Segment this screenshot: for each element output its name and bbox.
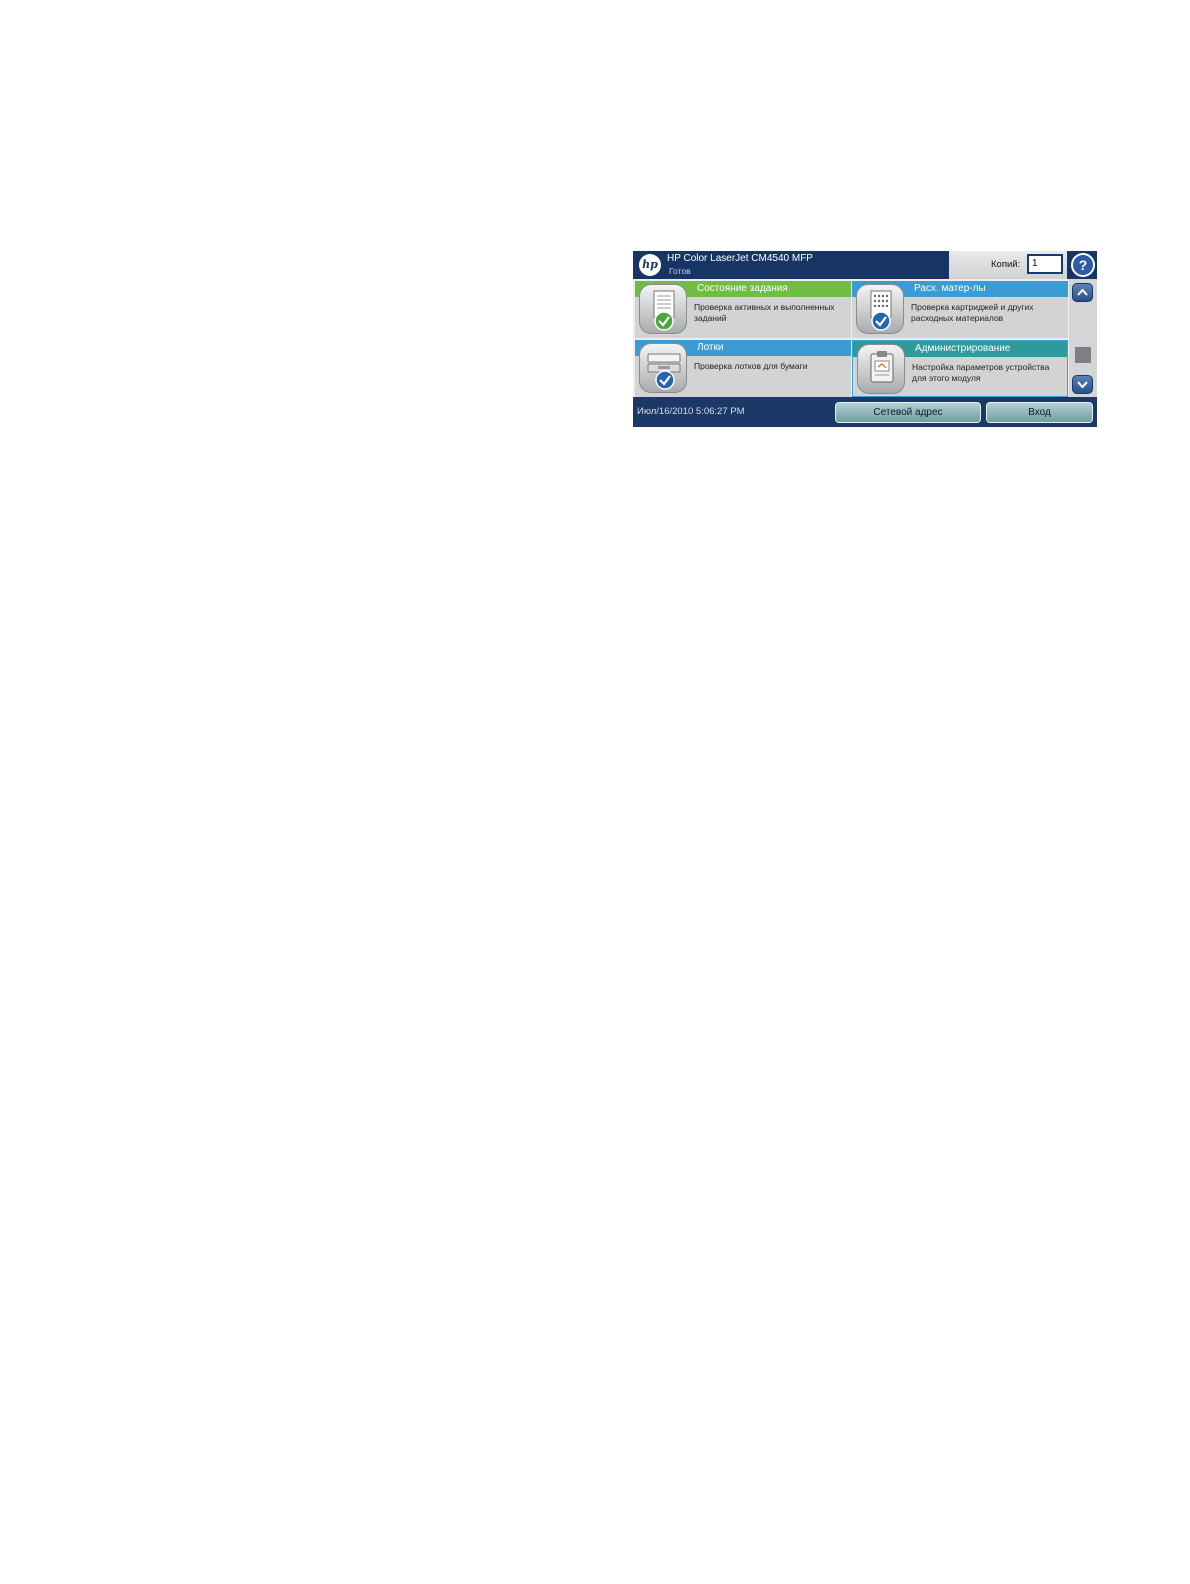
- tile-job-status[interactable]: Состояние задания Проверка активных и вы…: [635, 281, 851, 338]
- chevron-up-icon: [1077, 288, 1088, 296]
- administration-icon: [857, 344, 905, 394]
- help-icon[interactable]: ?: [1071, 253, 1095, 277]
- tile-supplies[interactable]: Расх. матер-лы Проверка картриджей и дру…: [852, 281, 1068, 338]
- trays-icon: [639, 343, 687, 393]
- tile-trays[interactable]: Лотки Проверка лотков для бумаги: [635, 340, 851, 397]
- copies-input[interactable]: 1: [1027, 254, 1063, 274]
- header-bar: hp HP Color LaserJet CM4540 MFP Готов: [633, 251, 949, 279]
- tile-title: Лотки: [697, 342, 724, 353]
- tile-title: Администрирование: [915, 343, 1011, 354]
- tile-administration[interactable]: Администрирование Настройка параметров у…: [852, 340, 1068, 397]
- network-address-button[interactable]: Сетевой адрес: [835, 402, 981, 423]
- scrollbar[interactable]: [1069, 279, 1097, 397]
- job-status-icon: [639, 284, 687, 334]
- tile-description: Проверка лотков для бумаги: [694, 361, 808, 371]
- scroll-down-button[interactable]: [1072, 375, 1093, 394]
- tile-description: Проверка картриджей и других расходных м…: [911, 302, 1034, 323]
- scroll-up-button[interactable]: [1072, 283, 1093, 302]
- device-status: Готов: [669, 266, 691, 276]
- device-title: HP Color LaserJet CM4540 MFP: [667, 253, 813, 264]
- scroll-thumb[interactable]: [1075, 347, 1091, 363]
- tile-description: Проверка активных и выполненных заданий: [694, 302, 835, 323]
- copies-panel: Копий: 1: [949, 251, 1067, 279]
- control-panel-screen: hp HP Color LaserJet CM4540 MFP Готов Ко…: [633, 251, 1097, 427]
- tile-title: Расх. матер-лы: [914, 283, 986, 294]
- supplies-icon: [856, 284, 904, 334]
- date-time: Июл/16/2010 5:06:27 PM: [637, 406, 745, 417]
- tile-description: Настройка параметров устройства для этог…: [912, 362, 1050, 383]
- footer-bar: Июл/16/2010 5:06:27 PM Сетевой адрес Вхо…: [633, 397, 1097, 427]
- tile-title: Состояние задания: [697, 283, 788, 294]
- help-area: ?: [1067, 251, 1097, 279]
- chevron-down-icon: [1077, 381, 1088, 389]
- sign-in-button[interactable]: Вход: [986, 402, 1093, 423]
- hp-logo-icon: hp: [639, 254, 661, 276]
- copies-label: Копий:: [991, 259, 1021, 270]
